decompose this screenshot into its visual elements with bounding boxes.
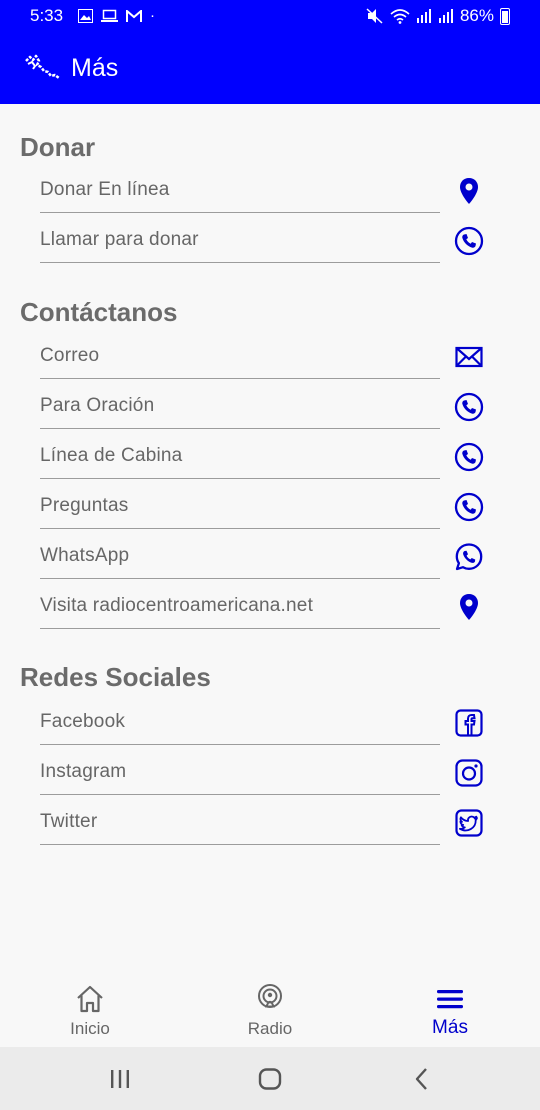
mail-icon[interactable] (453, 341, 485, 373)
app-bar: Más (0, 34, 540, 104)
divider (40, 844, 440, 845)
home-icon (77, 985, 103, 1013)
section-title-redes-sociales: Redes Sociales (20, 662, 211, 692)
list-item-facebook[interactable]: Facebook (0, 700, 540, 750)
list-item-label: Preguntas (40, 495, 129, 516)
list-item-instagram[interactable]: Instagram (0, 750, 540, 800)
notification-icons: · (78, 7, 155, 25)
battery-icon (500, 7, 510, 25)
list-item-label: WhatsApp (40, 545, 130, 566)
location-pin-icon[interactable] (453, 175, 485, 207)
signal-icon-2 (438, 9, 453, 23)
list-item-label: Visita radiocentroamericana.net (40, 595, 314, 616)
list-item-label: Correo (40, 345, 100, 366)
divider (40, 378, 440, 379)
bottom-navigation: Inicio Radio Más (0, 975, 540, 1047)
nav-label: Más (432, 1017, 468, 1038)
divider (40, 262, 440, 263)
system-navigation-bar (0, 1047, 540, 1110)
section-title-donar: Donar (20, 132, 96, 162)
divider (40, 628, 440, 629)
list-item-linea-de-cabina[interactable]: Línea de Cabina (0, 434, 540, 484)
divider (40, 478, 440, 479)
divider (40, 212, 440, 213)
nav-item-radio[interactable]: Radio (180, 975, 360, 1047)
divider (40, 528, 440, 529)
dot-icon: · (150, 7, 155, 24)
status-bar: 5:33 · 86% (0, 0, 540, 34)
list-item-label: Instagram (40, 761, 127, 782)
page-title: Más (71, 54, 119, 82)
gmail-icon (126, 9, 142, 22)
system-indicators: 86% (366, 6, 510, 26)
list-item-preguntas[interactable]: Preguntas (0, 484, 540, 534)
phone-icon[interactable] (453, 441, 485, 473)
phone-icon[interactable] (453, 491, 485, 523)
phone-icon[interactable] (453, 391, 485, 423)
list-item-label: Línea de Cabina (40, 445, 183, 466)
nav-label: Radio (247, 1019, 293, 1038)
list-item-twitter[interactable]: Twitter (0, 800, 540, 850)
list-item-whatsapp[interactable]: WhatsApp (0, 534, 540, 584)
list-item-label: Facebook (40, 711, 126, 732)
status-time: 5:33 (30, 6, 64, 25)
list-item-label: Para Oración (40, 395, 155, 416)
list-item-label: Twitter (40, 811, 98, 832)
divider (40, 428, 440, 429)
phone-icon[interactable] (453, 225, 485, 257)
laptop-icon (101, 9, 118, 22)
recents-icon[interactable] (106, 1065, 134, 1093)
back-icon[interactable] (408, 1065, 436, 1093)
radio-icon (258, 984, 282, 1008)
list-item-donar-en-linea[interactable]: Donar En línea (0, 168, 540, 218)
twitter-icon[interactable] (453, 807, 485, 839)
list-item-correo[interactable]: Correo (0, 334, 540, 384)
facebook-icon[interactable] (453, 707, 485, 739)
list-item-label: Llamar para donar (40, 229, 199, 250)
home-button-icon[interactable] (256, 1065, 284, 1093)
wifi-icon (390, 9, 410, 24)
app-logo-icon (25, 54, 60, 79)
divider (40, 794, 440, 795)
list-item-visita-web[interactable]: Visita radiocentroamericana.net (0, 584, 540, 634)
image-icon (78, 9, 93, 23)
battery-percent: 86% (459, 6, 494, 25)
instagram-icon[interactable] (453, 757, 485, 789)
section-title-contactanos: Contáctanos (20, 297, 178, 327)
divider (40, 578, 440, 579)
nav-item-mas[interactable]: Más (360, 975, 540, 1047)
divider (40, 744, 440, 745)
menu-icon (437, 990, 463, 1009)
location-pin-icon[interactable] (453, 591, 485, 623)
list-item-para-oracion[interactable]: Para Oración (0, 384, 540, 434)
whatsapp-icon[interactable] (453, 541, 485, 573)
nav-label: Inicio (70, 1019, 110, 1038)
signal-icon (416, 9, 431, 23)
list-item-llamar-para-donar[interactable]: Llamar para donar (0, 218, 540, 268)
list-item-label: Donar En línea (40, 179, 170, 200)
nav-item-inicio[interactable]: Inicio (0, 975, 180, 1047)
mute-icon (366, 8, 383, 24)
